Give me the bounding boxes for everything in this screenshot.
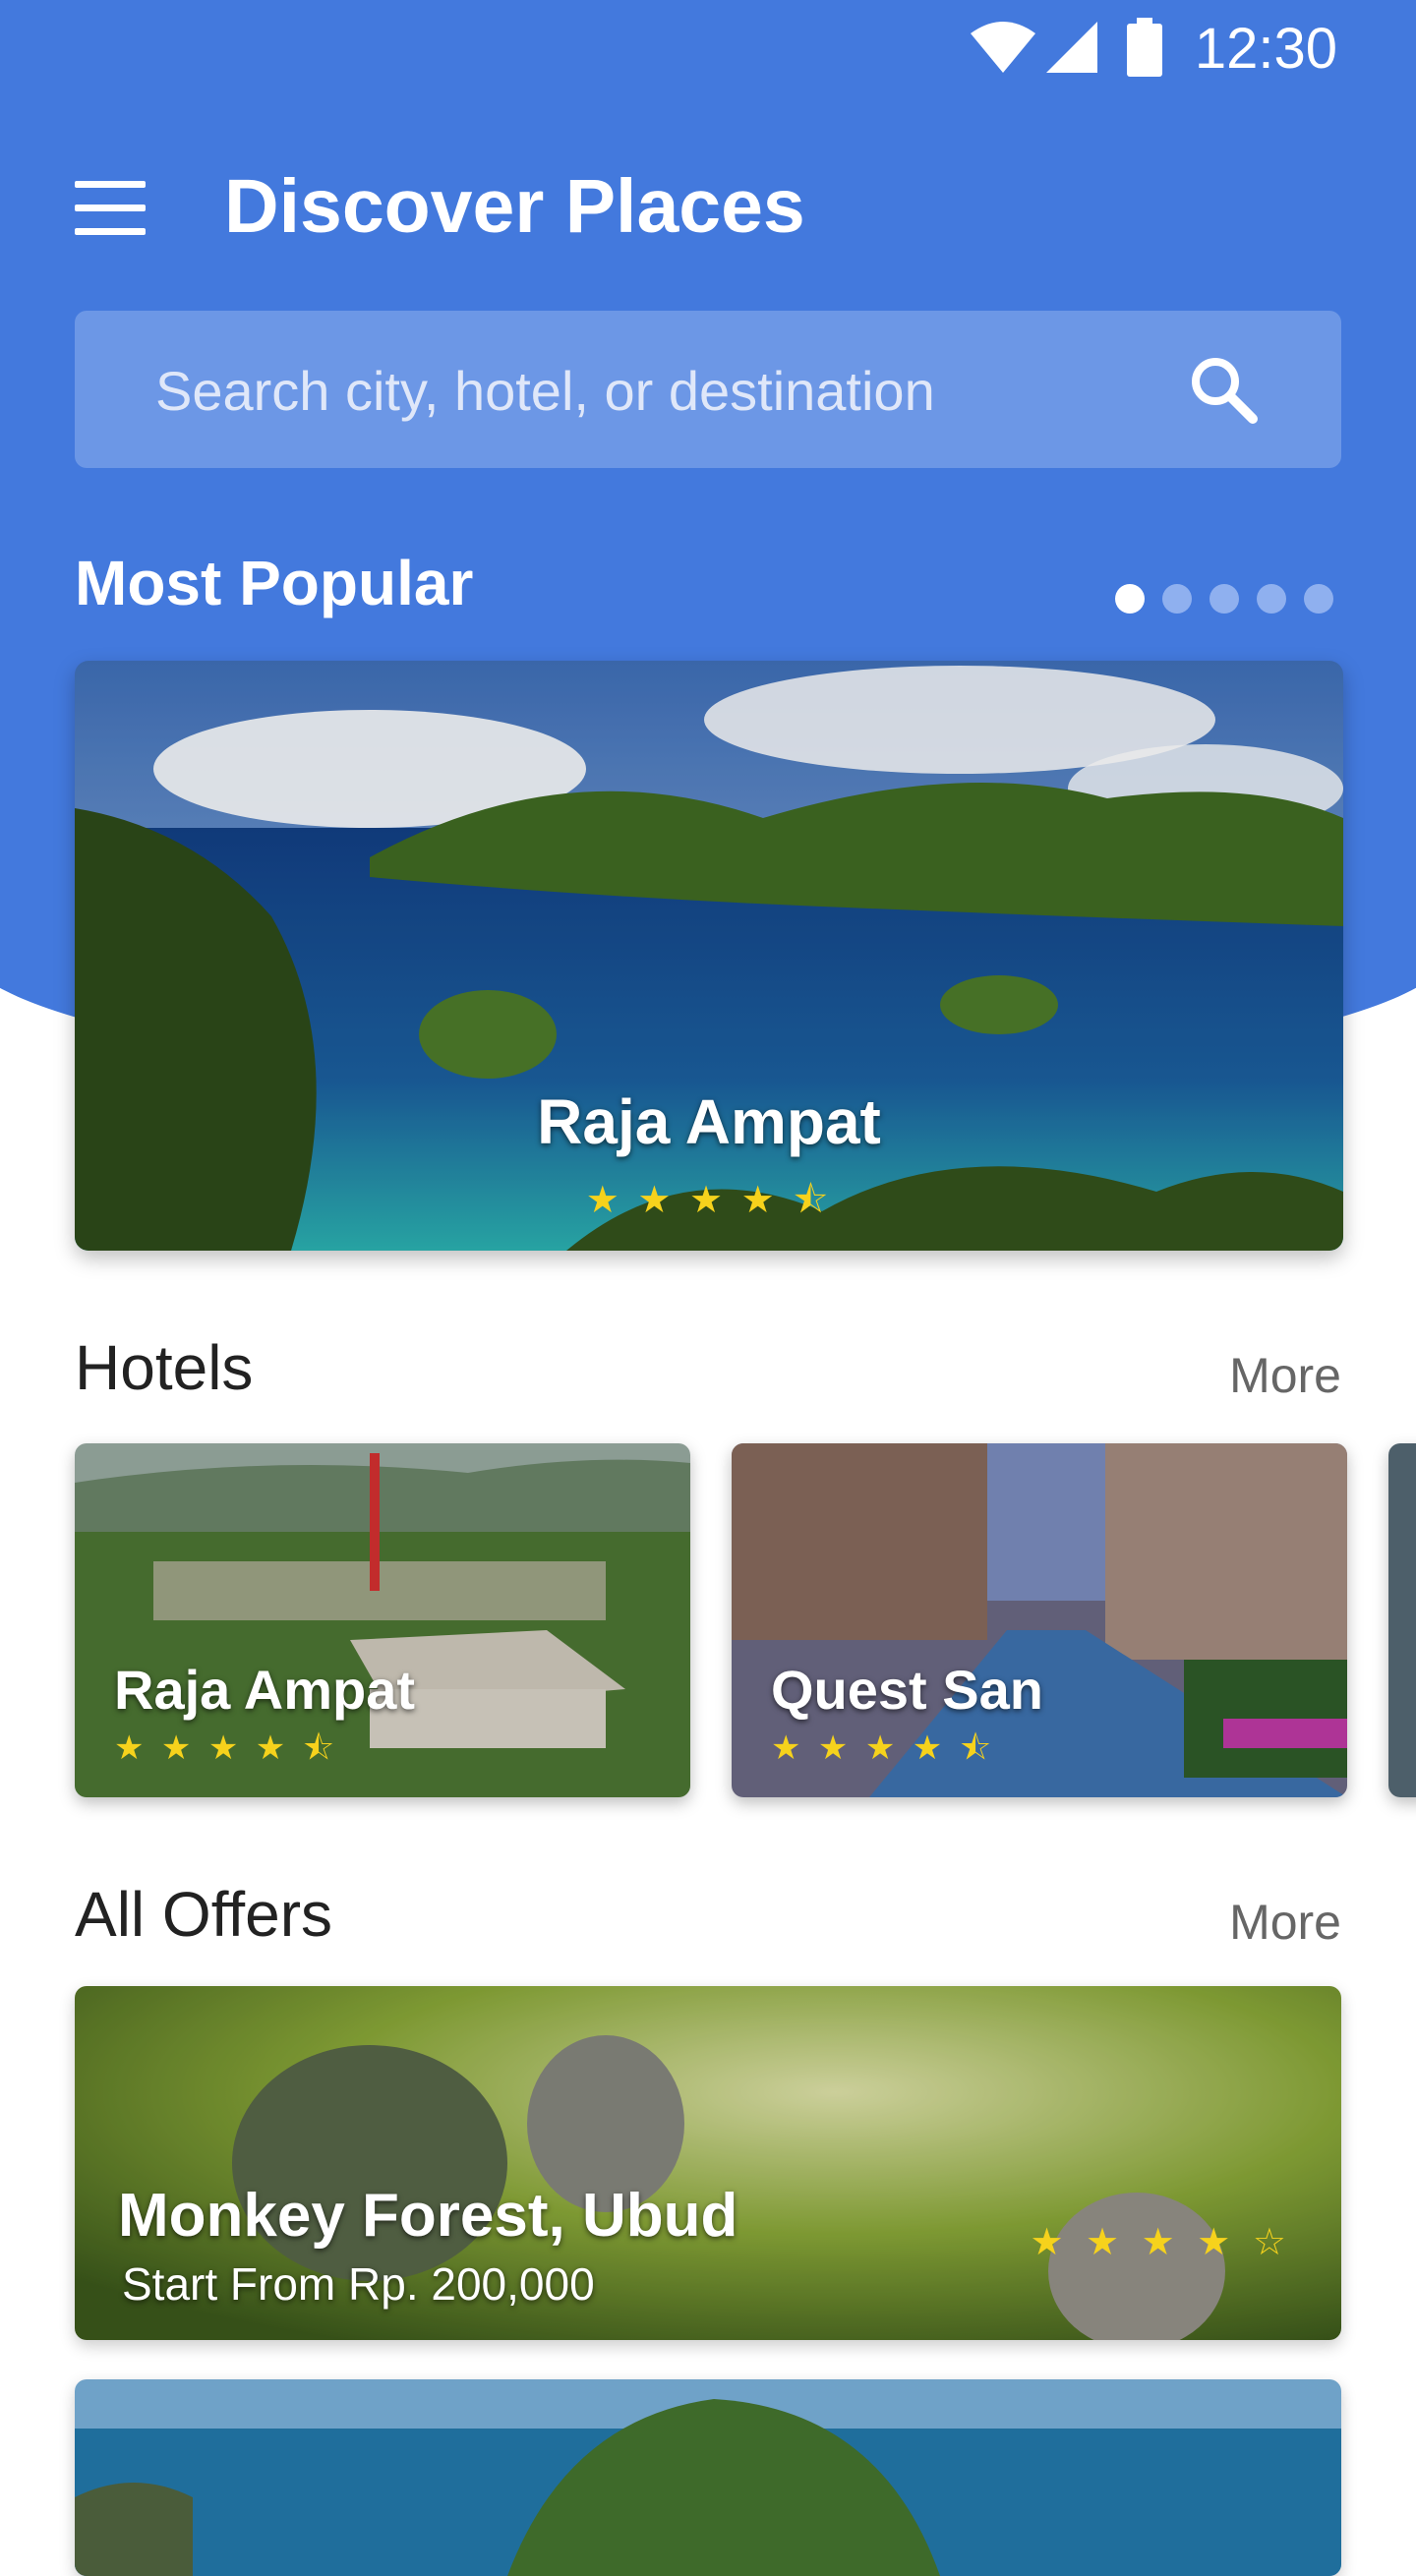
offer-card-rating: ★ ★ ★ ★ ☆ [1030, 2222, 1292, 2263]
carousel-dot-1[interactable] [1115, 584, 1145, 614]
hotel-card-partial[interactable] [1388, 1443, 1416, 1797]
status-time: 12:30 [1194, 17, 1337, 81]
tanah-lot-photo [75, 2379, 1341, 2576]
popular-card-rating: ★ ★ ★ ★ ⯪ [585, 1180, 833, 1221]
carousel-indicator [1115, 584, 1333, 614]
hotel-card-name: Quest San [771, 1659, 1043, 1721]
carousel-dot-2[interactable] [1162, 584, 1192, 614]
raja-ampat-photo [75, 661, 1343, 1251]
hotel-card-name: Raja Ampat [114, 1659, 416, 1721]
wifi-icon [971, 22, 1035, 73]
offer-card-price: Start From Rp. 200,000 [122, 2258, 595, 2310]
hotel-photo-partial [1388, 1443, 1416, 1797]
search-input[interactable] [153, 311, 1141, 470]
hotel-card-raja-ampat[interactable]: Raja Ampat ★ ★ ★ ★ ⯪ [75, 1443, 690, 1797]
section-title-hotels: Hotels [75, 1332, 254, 1403]
section-title-all-offers: All Offers [75, 1879, 332, 1950]
hotel-card-rating: ★ ★ ★ ★ ⯪ [771, 1729, 995, 1767]
section-title-most-popular: Most Popular [75, 548, 474, 618]
hamburger-menu-icon[interactable] [75, 181, 146, 236]
offer-card-tanah-lot[interactable] [75, 2379, 1341, 2576]
popular-card-name: Raja Ampat [537, 1086, 881, 1157]
carousel-dot-3[interactable] [1210, 584, 1239, 614]
hotel-card-rating: ★ ★ ★ ★ ⯪ [114, 1729, 338, 1767]
offer-card-name: Monkey Forest, Ubud [118, 2182, 738, 2250]
search-icon[interactable] [1188, 354, 1259, 425]
offers-more-link[interactable]: More [1229, 1894, 1341, 1951]
cellular-signal-icon [1046, 22, 1097, 73]
hotels-more-link[interactable]: More [1229, 1347, 1341, 1404]
status-bar: 12:30 [0, 0, 1416, 98]
hotel-card-quest-san[interactable]: Quest San ★ ★ ★ ★ ⯪ [732, 1443, 1347, 1797]
carousel-dot-5[interactable] [1304, 584, 1333, 614]
popular-card-raja-ampat[interactable]: Raja Ampat ★ ★ ★ ★ ⯪ [75, 661, 1343, 1251]
offer-card-monkey-forest[interactable]: Monkey Forest, Ubud Start From Rp. 200,0… [75, 1986, 1341, 2340]
battery-icon [1127, 18, 1162, 77]
page-title: Discover Places [224, 164, 805, 249]
search-bar [75, 311, 1341, 470]
carousel-dot-4[interactable] [1257, 584, 1286, 614]
